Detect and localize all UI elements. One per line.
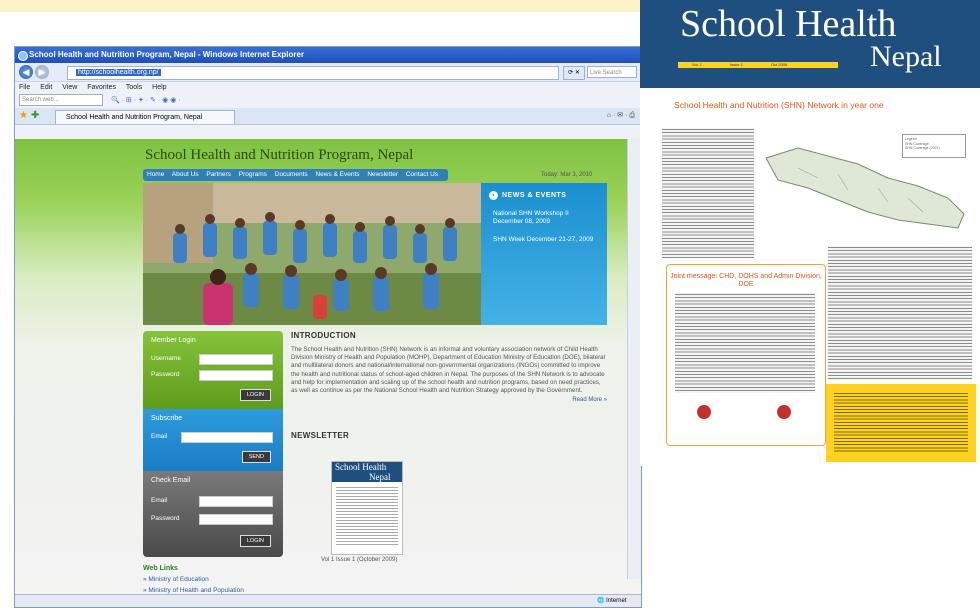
check-email-box: Check Email Email Password LOGIN [143, 471, 283, 557]
nav-newsletter[interactable]: Newsletter [367, 171, 398, 178]
introduction-section: INTRODUCTION The School Health and Nutri… [291, 331, 607, 403]
newsletter-magazine: School Health Nepal Vol. 1 Issue 1 Oct 200… [640, 0, 980, 466]
page-tools-icons[interactable]: ⌂ · ✉ · ⎙ [607, 108, 635, 124]
magazine-text-column [662, 128, 754, 258]
member-login-box: Member Login Username Password LOGIN [143, 331, 283, 409]
subscribe-box: Subscribe Email SEND [143, 409, 283, 471]
map-legend: Legend SHN Coverage SHN Coverage (2007) [902, 134, 966, 158]
nav-programs[interactable]: Programs [239, 171, 267, 178]
page-content: School Health and Nutrition Program, Nep… [15, 139, 641, 595]
favorites-star-icon[interactable]: ★ [19, 108, 28, 124]
ie-icon [18, 51, 28, 61]
check-login-button[interactable]: LOGIN [239, 535, 271, 547]
today-date: Today: Mar 3, 2010 [541, 172, 593, 178]
forward-button[interactable]: ▶ [35, 65, 49, 79]
send-button[interactable]: SEND [241, 451, 271, 463]
check-password-input[interactable] [199, 514, 273, 525]
nav-about[interactable]: About Us [172, 171, 199, 178]
back-button[interactable]: ◀ [19, 65, 33, 79]
cover-subtitle: Nepal [369, 472, 391, 482]
newsletter-section: NEWSLETTER School Health Nepal Vol 1 Iss… [291, 431, 607, 563]
news-item-2[interactable]: SHN Week December 21-27, 2009 [493, 236, 597, 244]
site-title: School Health and Nutrition Program, Nep… [145, 147, 414, 163]
menu-help[interactable]: Help [152, 84, 166, 91]
check-email-label: Email [151, 497, 168, 504]
web-link-mohp[interactable]: » Ministry of Health and Population [143, 587, 283, 594]
menu-file[interactable]: File [19, 84, 30, 91]
browser-window: School Health and Nutrition Program, Nep… [14, 46, 642, 608]
intro-heading: INTRODUCTION [291, 331, 356, 340]
member-login-title: Member Login [151, 337, 196, 344]
internet-zone: 🌐 Internet [597, 598, 627, 604]
news-item-1[interactable]: National SHN Workshop II December 08, 20… [493, 210, 597, 226]
username-input[interactable] [199, 354, 273, 365]
subscribe-title: Subscribe [151, 415, 183, 422]
left-column: Member Login Username Password LOGIN Sub… [143, 331, 283, 557]
browser-tab[interactable]: School Health and Nutrition Program, Nep… [55, 110, 235, 124]
live-search-input[interactable]: Search web... [19, 94, 103, 107]
read-more-link[interactable]: Read More » [291, 397, 607, 403]
menu-edit[interactable]: Edit [40, 84, 52, 91]
address-url: http://schoolhealth.org.np/ [76, 69, 161, 76]
window-title: School Health and Nutrition Program, Nep… [29, 50, 305, 59]
website: School Health and Nutrition Program, Nep… [131, 139, 611, 595]
magazine-title: School Health [680, 3, 897, 45]
nav-home[interactable]: Home [147, 171, 164, 178]
toolbar: Search web... 🔍 · ⊞ · ✦ · ✎ · ◉ ◉ · [15, 94, 641, 108]
web-links: Web Links » Ministry of Education » Mini… [143, 565, 283, 594]
magazine-subtitle: School Health and Nutrition (SHN) Networ… [674, 100, 884, 110]
nav-news-events[interactable]: News & Events [315, 171, 359, 178]
tab-row: ★ ✚ School Health and Nutrition Program,… [15, 108, 641, 125]
magazine-yellow-box [826, 384, 976, 462]
hero-photo [143, 183, 481, 325]
web-links-title: Web Links [143, 565, 178, 572]
status-bar: 🌐 Internet [15, 594, 641, 607]
nepal-map: Legend SHN Coverage SHN Coverage (2007) [758, 128, 970, 238]
toolbar-icons[interactable]: 🔍 · ⊞ · ✦ · ✎ · ◉ ◉ · [111, 97, 181, 104]
joint-message-box: Joint message: CHD, DOHS and Admin Divis… [666, 264, 826, 446]
newsletter-cover[interactable]: School Health Nepal [331, 461, 403, 555]
password-input[interactable] [199, 370, 273, 381]
cover-title: School Health [335, 462, 387, 472]
refresh-button[interactable]: ⟳ ✕ [563, 66, 585, 80]
menu-favorites[interactable]: Favorites [87, 84, 116, 91]
news-events-panel: › NEWS & EVENTS National SHN Workshop II … [481, 183, 607, 325]
magazine-text-right [828, 246, 972, 380]
subscribe-email-input[interactable] [181, 432, 273, 443]
menu-tools[interactable]: Tools [126, 84, 142, 91]
login-button[interactable]: LOGIN [239, 389, 271, 401]
subscribe-email-label: Email [151, 433, 168, 440]
arrow-right-icon: › [489, 191, 498, 200]
magazine-title-nepal: Nepal [870, 40, 942, 73]
emblem-icon-2 [777, 405, 791, 419]
nav-partners[interactable]: Partners [206, 171, 231, 178]
news-heading: › NEWS & EVENTS [489, 191, 607, 200]
newsletter-heading: NEWSLETTER [291, 431, 350, 440]
intro-text: The School Health and Nutrition (SHN) Ne… [291, 346, 605, 395]
magazine-volume-bar: Vol. 1 Issue 1 Oct 2009 [678, 62, 838, 68]
site-nav: Home About Us Partners Programs Document… [143, 169, 449, 181]
password-label: Password [151, 371, 180, 378]
nav-contact[interactable]: Contact Us [406, 171, 438, 178]
emblem-icon [697, 405, 711, 419]
username-label: Username [151, 355, 181, 362]
title-bar: School Health and Nutrition Program, Nep… [15, 47, 641, 63]
nav-documents[interactable]: Documents [275, 171, 308, 178]
menu-bar: File Edit View Favorites Tools Help [15, 82, 641, 94]
add-favorite-icon[interactable]: ✚ [31, 108, 39, 124]
web-link-moe[interactable]: » Ministry of Education [143, 576, 283, 583]
address-bar[interactable]: http://schoolhealth.org.np/ [67, 66, 559, 80]
top-strip [0, 0, 640, 12]
search-input[interactable]: Live Search [587, 66, 637, 78]
address-row: ◀ ▶ http://schoolhealth.org.np/ ⟳ ✕ Live… [15, 63, 641, 82]
check-email-input[interactable] [199, 496, 273, 507]
tab-title: School Health and Nutrition Program, Nep… [66, 114, 203, 121]
menu-view[interactable]: View [62, 84, 77, 91]
newsletter-caption[interactable]: Vol 1 Issue 1 (October 2009) [321, 557, 397, 563]
magazine-header: School Health Nepal Vol. 1 Issue 1 Oct 200… [640, 0, 980, 88]
check-password-label: Password [151, 515, 180, 522]
joint-message-title: Joint message: CHD, DOHS and Admin Divis… [670, 273, 822, 288]
check-email-title: Check Email [151, 477, 191, 484]
